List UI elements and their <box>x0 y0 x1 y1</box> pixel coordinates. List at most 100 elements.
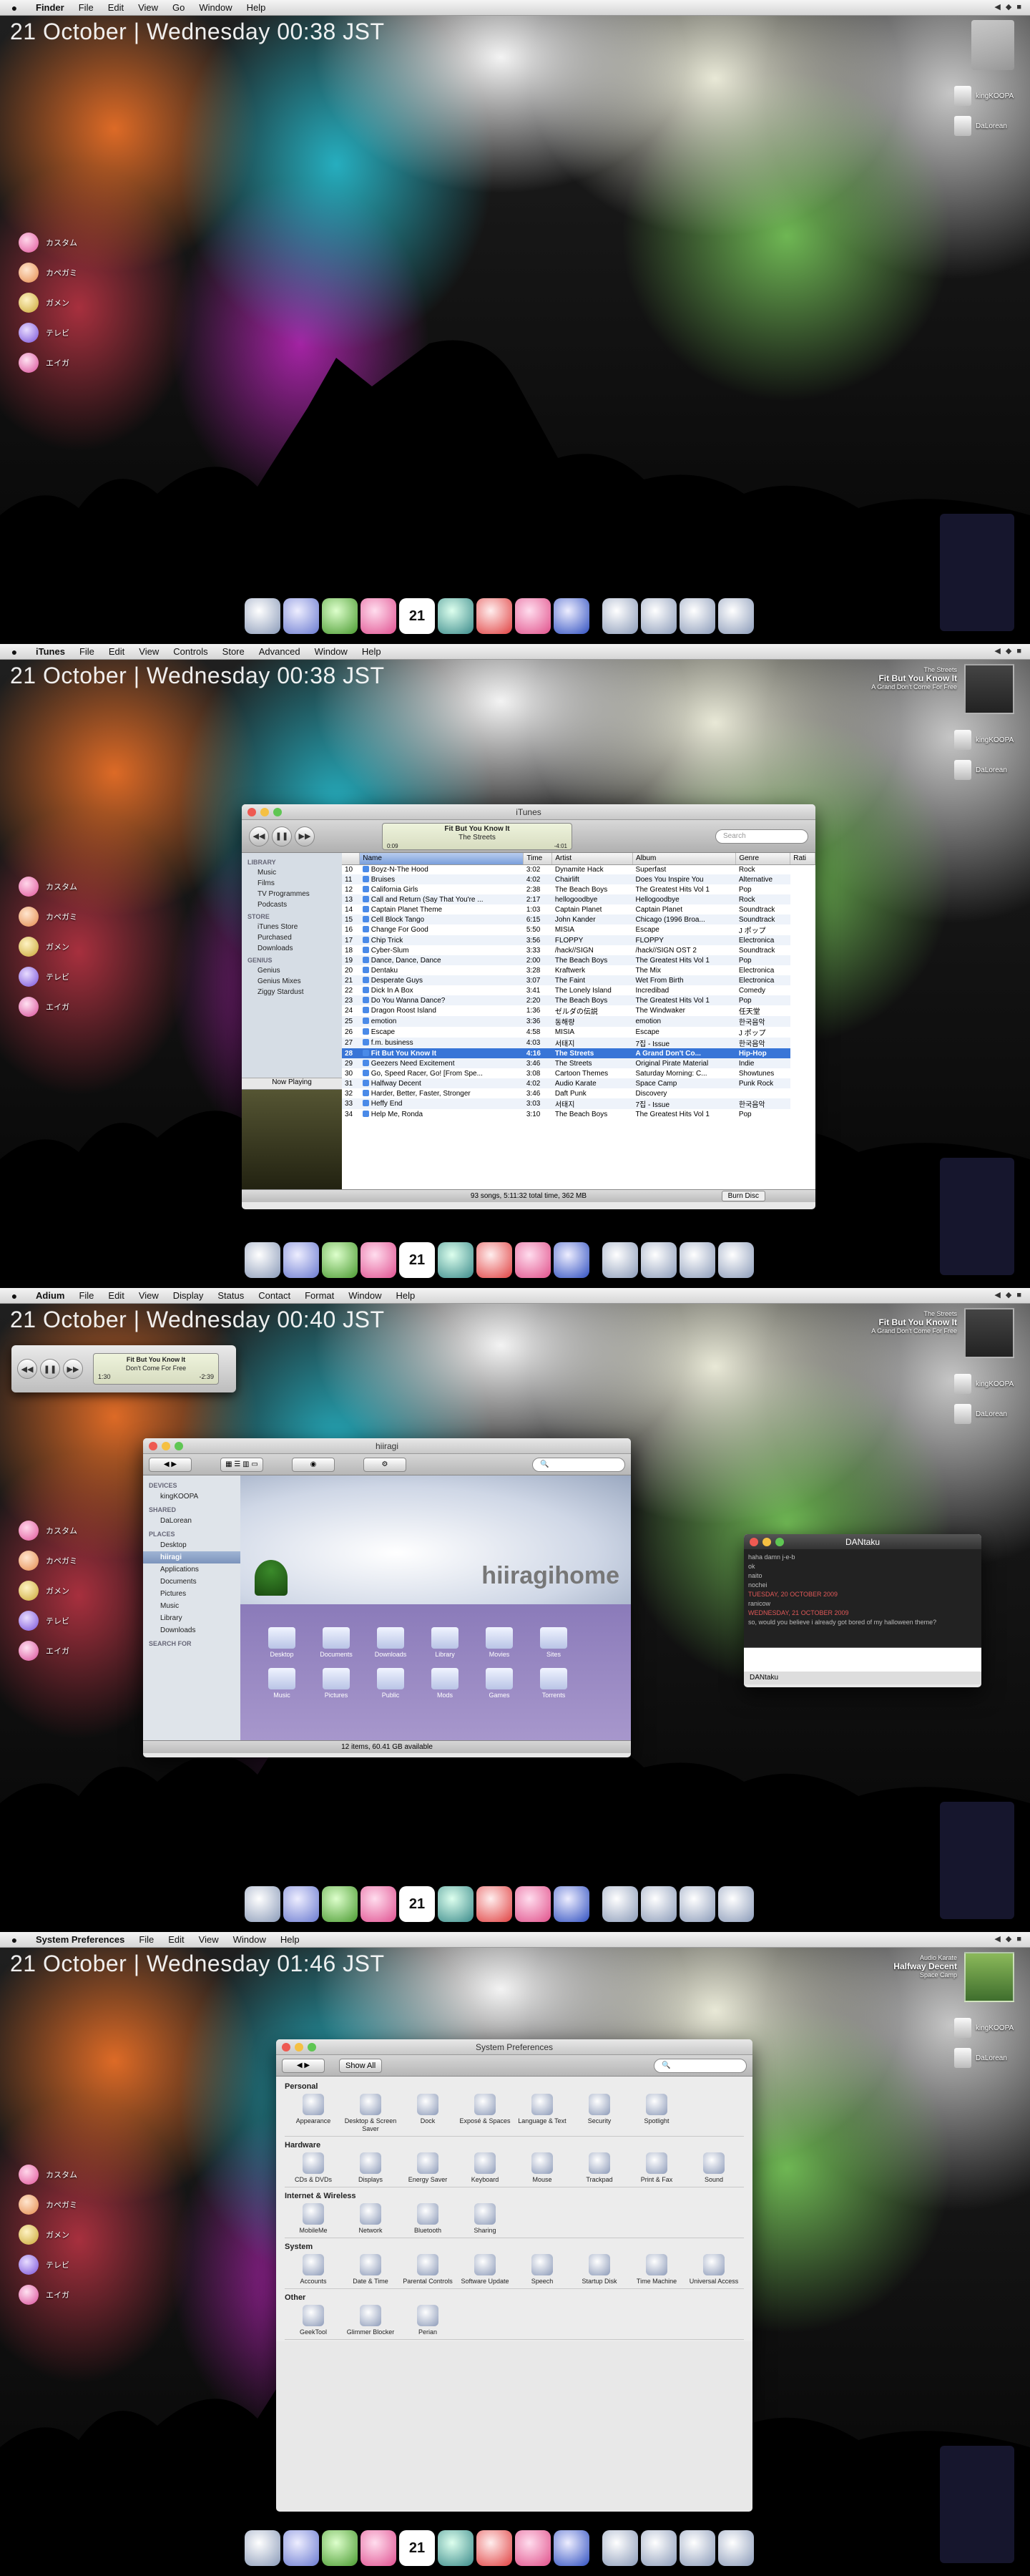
dock-documents-icon[interactable] <box>641 1242 677 1278</box>
shortcut-2[interactable]: カペガミ <box>19 1546 119 1576</box>
menu-advanced[interactable]: Advanced <box>252 646 308 657</box>
menu-status[interactable]: Status <box>210 1290 251 1301</box>
apple-icon[interactable]: ● <box>0 1290 29 1302</box>
shortcut-4[interactable]: テレビ <box>19 1606 119 1636</box>
track-row[interactable]: 12 California Girls 2:38 The Beach Boys The … <box>342 884 815 894</box>
pref-pane[interactable]: Speech <box>514 2254 571 2285</box>
sidebar-item-genius[interactable]: Genius <box>242 965 342 976</box>
track-row[interactable]: 19 Dance, Dance, Dance 2:00 The Beach Boys T… <box>342 955 815 965</box>
menu-contact[interactable]: Contact <box>251 1290 298 1301</box>
track-row[interactable]: 34 Help Me, Ronda 3:10 The Beach Boys The Gr… <box>342 1109 815 1119</box>
dock-app-icon[interactable] <box>476 1886 512 1922</box>
close-icon[interactable] <box>247 808 256 816</box>
drive-dalorean[interactable]: DaLorean <box>954 116 1019 136</box>
folder-item[interactable]: Public <box>363 1668 418 1699</box>
track-row[interactable]: 24 Dragon Roost Island 1:36 ゼルダの伝説 The Windw… <box>342 1005 815 1016</box>
dock-downloads-icon[interactable] <box>680 598 715 634</box>
pref-pane[interactable]: Keyboard <box>456 2152 514 2184</box>
pref-pane[interactable]: Desktop & Screen Saver <box>342 2094 399 2133</box>
dock-documents-icon[interactable] <box>641 598 677 634</box>
folder-item[interactable]: Torrents <box>526 1668 581 1699</box>
pause-button[interactable]: ❚❚ <box>40 1359 60 1379</box>
dock-documents-icon[interactable] <box>641 2530 677 2566</box>
dock-app-icon[interactable] <box>438 2530 474 2566</box>
checkbox-icon[interactable] <box>362 1007 369 1013</box>
menu-view[interactable]: View <box>192 1934 226 1945</box>
dock-app-icon[interactable] <box>515 1242 551 1278</box>
dock-adium-icon[interactable] <box>322 598 358 634</box>
menu-edit[interactable]: Edit <box>101 1290 131 1301</box>
dock-trash-icon[interactable] <box>718 598 754 634</box>
dock-app-icon[interactable] <box>476 598 512 634</box>
checkbox-icon[interactable] <box>362 1110 369 1117</box>
drive-kingkoopa[interactable]: kingKOOPA <box>954 1374 1019 1394</box>
track-row[interactable]: 25 emotion 3:36 동해량 emotion 한국음악 <box>342 1016 815 1027</box>
menu-file[interactable]: File <box>72 1290 101 1301</box>
sidebar-item-tv[interactable]: TV Programmes <box>242 889 342 899</box>
folder-item[interactable]: Documents <box>309 1627 363 1658</box>
sidebar-item-genius-mixes[interactable]: Genius Mixes <box>242 976 342 987</box>
menu-window[interactable]: Window <box>308 646 355 657</box>
pref-pane[interactable]: Software Update <box>456 2254 514 2285</box>
pref-pane[interactable]: Sound <box>685 2152 742 2184</box>
sidebar-item-music[interactable]: Music <box>242 867 342 878</box>
minimize-icon[interactable] <box>162 1442 170 1450</box>
folder-item[interactable]: Music <box>255 1668 309 1699</box>
pref-pane[interactable]: Date & Time <box>342 2254 399 2285</box>
shortcut-1[interactable]: カスタム <box>19 1516 119 1546</box>
dock-finder-icon[interactable] <box>245 598 280 634</box>
shortcut-5[interactable]: エイガ <box>19 1636 119 1666</box>
drive-dalorean[interactable]: DaLorean <box>954 760 1019 780</box>
track-row[interactable]: 17 Chip Trick 3:56 FLOPPY FLOPPY Electronica <box>342 935 815 945</box>
pref-pane[interactable]: Security <box>571 2094 628 2133</box>
folder-item[interactable]: Pictures <box>309 1668 363 1699</box>
track-row[interactable]: 31 Halfway Decent 4:02 Audio Karate Space Ca… <box>342 1078 815 1088</box>
column-header[interactable]: Time <box>523 853 553 865</box>
menu-file[interactable]: File <box>132 1934 161 1945</box>
dock-mail-icon[interactable] <box>360 598 396 634</box>
pref-pane[interactable]: MobileMe <box>285 2203 342 2235</box>
checkbox-icon[interactable] <box>362 1100 369 1106</box>
menu-app[interactable]: Finder <box>29 2 72 13</box>
pause-button[interactable]: ❚❚ <box>272 826 292 847</box>
dock-documents-icon[interactable] <box>641 1886 677 1922</box>
track-row[interactable]: 22 Dick In A Box 3:41 The Lonely Island Incr… <box>342 985 815 995</box>
sidebar-item-purchased[interactable]: Purchased <box>242 932 342 943</box>
sidebar-item-documents[interactable]: Documents <box>143 1576 240 1588</box>
menu-window[interactable]: Window <box>341 1290 388 1301</box>
drive-kingkoopa[interactable]: kingKOOPA <box>954 86 1019 106</box>
dock-ical-icon[interactable]: 21 <box>399 1886 435 1922</box>
shortcut-3[interactable]: ガメン <box>19 2220 119 2250</box>
pref-pane[interactable]: Dock <box>399 2094 456 2133</box>
menu-status-icons[interactable]: ◀ ◆ ■ <box>994 646 1023 655</box>
checkbox-icon[interactable] <box>362 885 369 892</box>
dock-adium-icon[interactable] <box>322 1886 358 1922</box>
search-input[interactable]: 🔍 <box>654 2058 747 2073</box>
close-icon[interactable] <box>750 1538 758 1546</box>
dock-app-icon[interactable] <box>515 598 551 634</box>
dock-safari-icon[interactable] <box>283 2530 319 2566</box>
pref-pane[interactable]: Network <box>342 2203 399 2235</box>
menu-view[interactable]: View <box>132 1290 166 1301</box>
track-row[interactable]: 32 Harder, Better, Faster, Stronger 3:46 Da… <box>342 1088 815 1098</box>
checkbox-icon[interactable] <box>362 865 369 872</box>
sidebar-item-itunes-store[interactable]: iTunes Store <box>242 922 342 932</box>
track-row[interactable]: 23 Do You Wanna Dance? 2:20 The Beach Boys T… <box>342 995 815 1005</box>
shortcut-2[interactable]: カペガミ <box>19 258 119 288</box>
dock-mail-icon[interactable] <box>360 2530 396 2566</box>
shortcut-5[interactable]: エイガ <box>19 992 119 1022</box>
menu-edit[interactable]: Edit <box>102 646 132 657</box>
menu-store[interactable]: Store <box>215 646 252 657</box>
sidebar-item-ziggy[interactable]: Ziggy Stardust <box>242 987 342 997</box>
action-gear-icon[interactable]: ⚙ <box>363 1457 406 1472</box>
sidebar-item-library[interactable]: Library <box>143 1612 240 1624</box>
pref-pane[interactable]: Displays <box>342 2152 399 2184</box>
window-titlebar[interactable]: hiiragi <box>143 1438 631 1454</box>
trash-icon[interactable] <box>971 20 1014 70</box>
zoom-icon[interactable] <box>175 1442 183 1450</box>
dock-app-icon[interactable] <box>554 2530 589 2566</box>
checkbox-icon[interactable] <box>362 905 369 912</box>
column-header[interactable]: Genre <box>735 853 791 865</box>
window-titlebar[interactable]: iTunes <box>242 804 815 820</box>
track-row[interactable]: 15 Cell Block Tango 6:15 John Kander Chicago… <box>342 914 815 924</box>
